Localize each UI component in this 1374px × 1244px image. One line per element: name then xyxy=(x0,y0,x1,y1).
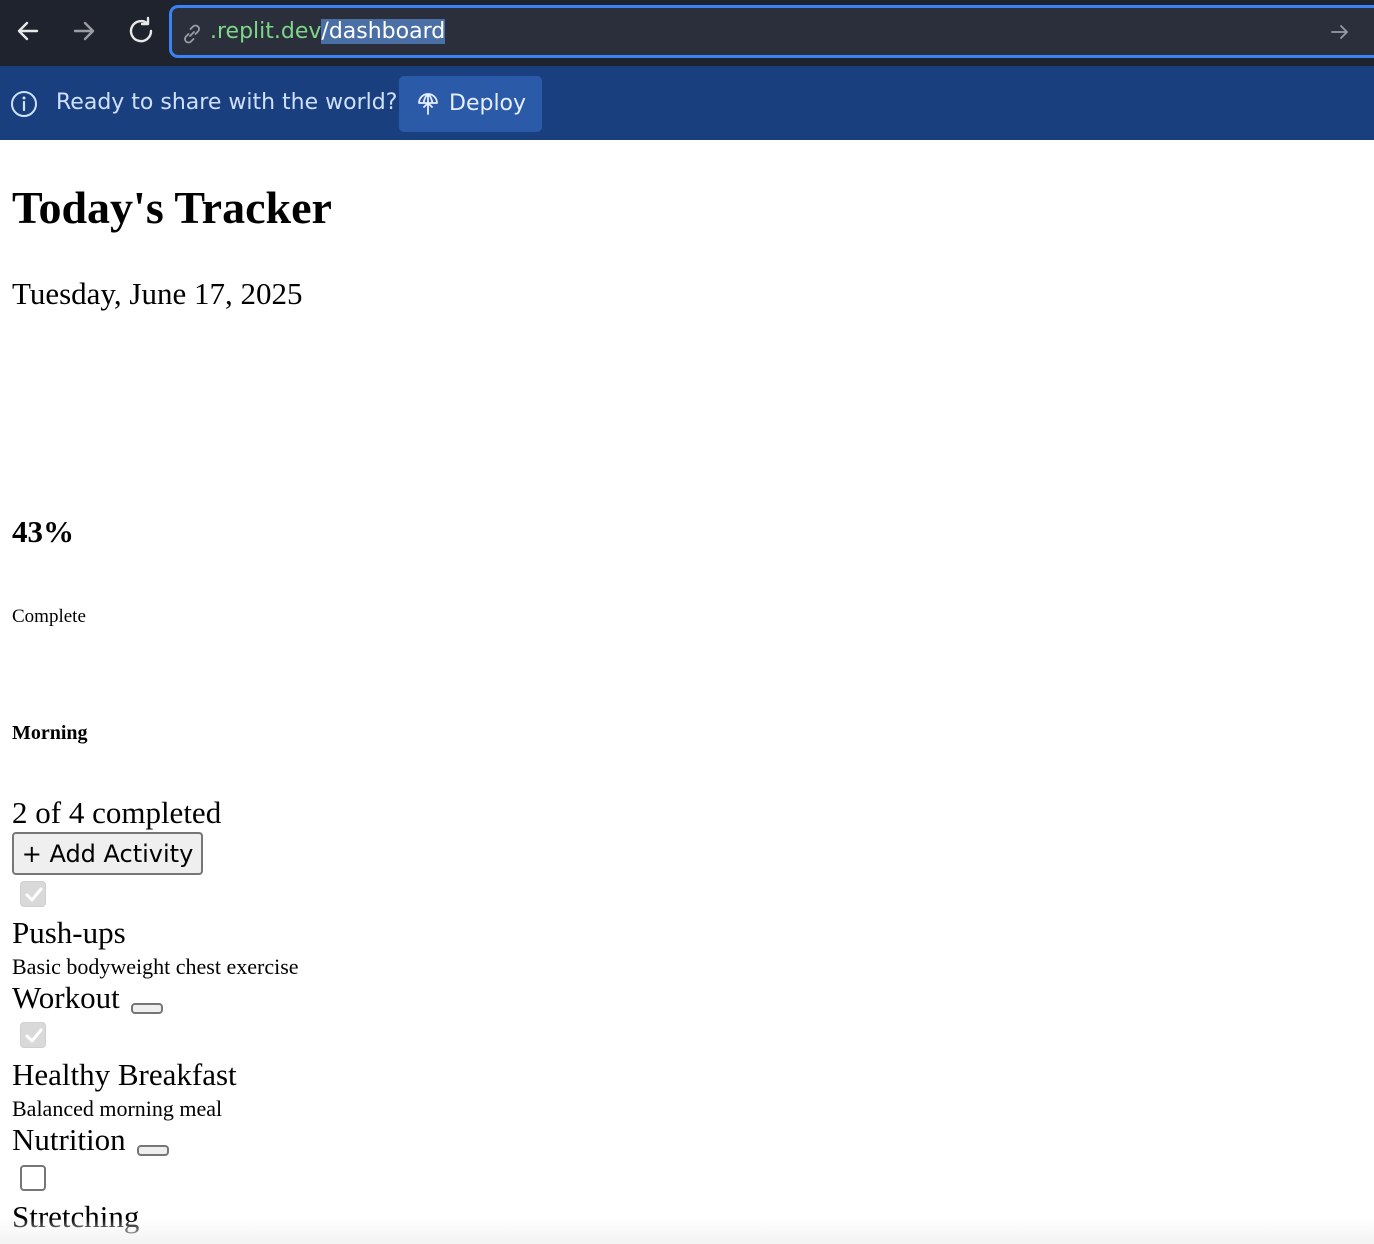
deploy-banner: Ready to share with the world? Deploy xyxy=(0,66,1374,140)
section-heading-morning: Morning xyxy=(12,722,88,744)
browser-toolbar: .replit.dev/dashboard xyxy=(0,0,1374,66)
arrow-right-icon xyxy=(73,21,95,41)
activity-title: Push-ups xyxy=(12,915,126,950)
checkmark-icon xyxy=(25,887,43,902)
date-label: Tuesday, June 17, 2025 xyxy=(12,276,303,311)
activity-category: Workout xyxy=(12,980,120,1015)
url-text: .replit.dev/dashboard xyxy=(210,18,446,46)
activity-description: Balanced morning meal xyxy=(12,1096,223,1121)
activity-checkbox[interactable] xyxy=(20,1165,46,1191)
completed-summary: 2 of 4 completed xyxy=(12,795,222,830)
add-activity-button[interactable]: + Add Activity xyxy=(12,832,203,875)
deploy-label: Deploy xyxy=(449,91,527,116)
page-bottom-fade xyxy=(0,1218,1374,1244)
address-bar[interactable]: .replit.dev/dashboard xyxy=(169,5,1374,58)
activity-title: Healthy Breakfast xyxy=(12,1057,237,1092)
activity-checkbox[interactable] xyxy=(20,1022,46,1048)
activity-description: Basic bodyweight chest exercise xyxy=(12,954,299,979)
activity-delete-button[interactable] xyxy=(137,1145,169,1156)
activity-delete-button[interactable] xyxy=(131,1003,163,1014)
page-title: Today's Tracker xyxy=(12,182,332,233)
url-host: .replit.dev xyxy=(210,19,322,44)
forward-button[interactable] xyxy=(66,13,102,49)
back-button[interactable] xyxy=(10,13,46,49)
reload-icon xyxy=(129,16,153,43)
checkmark-icon xyxy=(25,1028,43,1043)
banner-message: Ready to share with the world? xyxy=(56,90,398,115)
deploy-button[interactable]: Deploy xyxy=(399,76,542,132)
reload-button[interactable] xyxy=(123,13,159,49)
arrow-left-icon xyxy=(17,21,39,41)
activity-category: Nutrition xyxy=(12,1122,126,1157)
progress-caption: Complete xyxy=(12,606,86,627)
deploy-icon xyxy=(418,93,438,115)
activity-checkbox[interactable] xyxy=(20,881,46,907)
progress-percent: 43% xyxy=(12,514,74,549)
info-icon xyxy=(11,91,37,117)
go-arrow-icon[interactable] xyxy=(1329,21,1351,43)
url-path: /dashboard xyxy=(321,19,446,44)
link-icon xyxy=(184,24,200,44)
